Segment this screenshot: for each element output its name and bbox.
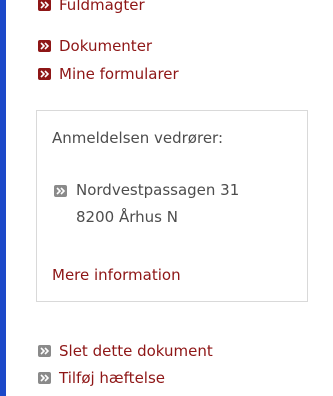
info-box: Anmeldelsen vedrører: Nordvestpassagen 3… [36, 110, 308, 302]
address-line-city: 8200 Århus N [76, 208, 178, 226]
nav-item-label[interactable]: Dokumenter [59, 37, 152, 55]
nav-item-mine-formularer[interactable]: Mine formularer [38, 64, 179, 84]
action-label[interactable]: Slet dette dokument [59, 342, 213, 360]
nav-item-fuldmagter[interactable]: Fuldmagter [38, 0, 145, 15]
nav-item-label[interactable]: Fuldmagter [59, 0, 145, 14]
action-label[interactable]: Tilføj hæftelse [59, 369, 165, 387]
add-liability-link[interactable]: Tilføj hæftelse [38, 368, 165, 388]
nav-item-dokumenter[interactable]: Dokumenter [38, 36, 152, 56]
address-line-street: Nordvestpassagen 31 [76, 181, 240, 199]
nav-item-label[interactable]: Mine formularer [59, 65, 179, 83]
double-chevron-right-icon [38, 345, 51, 357]
double-chevron-right-icon [38, 372, 51, 384]
double-chevron-right-icon [38, 40, 51, 52]
left-accent-bar [0, 0, 6, 396]
double-chevron-right-icon [38, 0, 51, 11]
double-chevron-right-icon [38, 68, 51, 80]
info-box-heading: Anmeldelsen vedrører: [52, 129, 224, 147]
more-information-link[interactable]: Mere information [52, 266, 181, 284]
delete-document-link[interactable]: Slet dette dokument [38, 341, 213, 361]
double-chevron-right-icon [54, 185, 67, 197]
